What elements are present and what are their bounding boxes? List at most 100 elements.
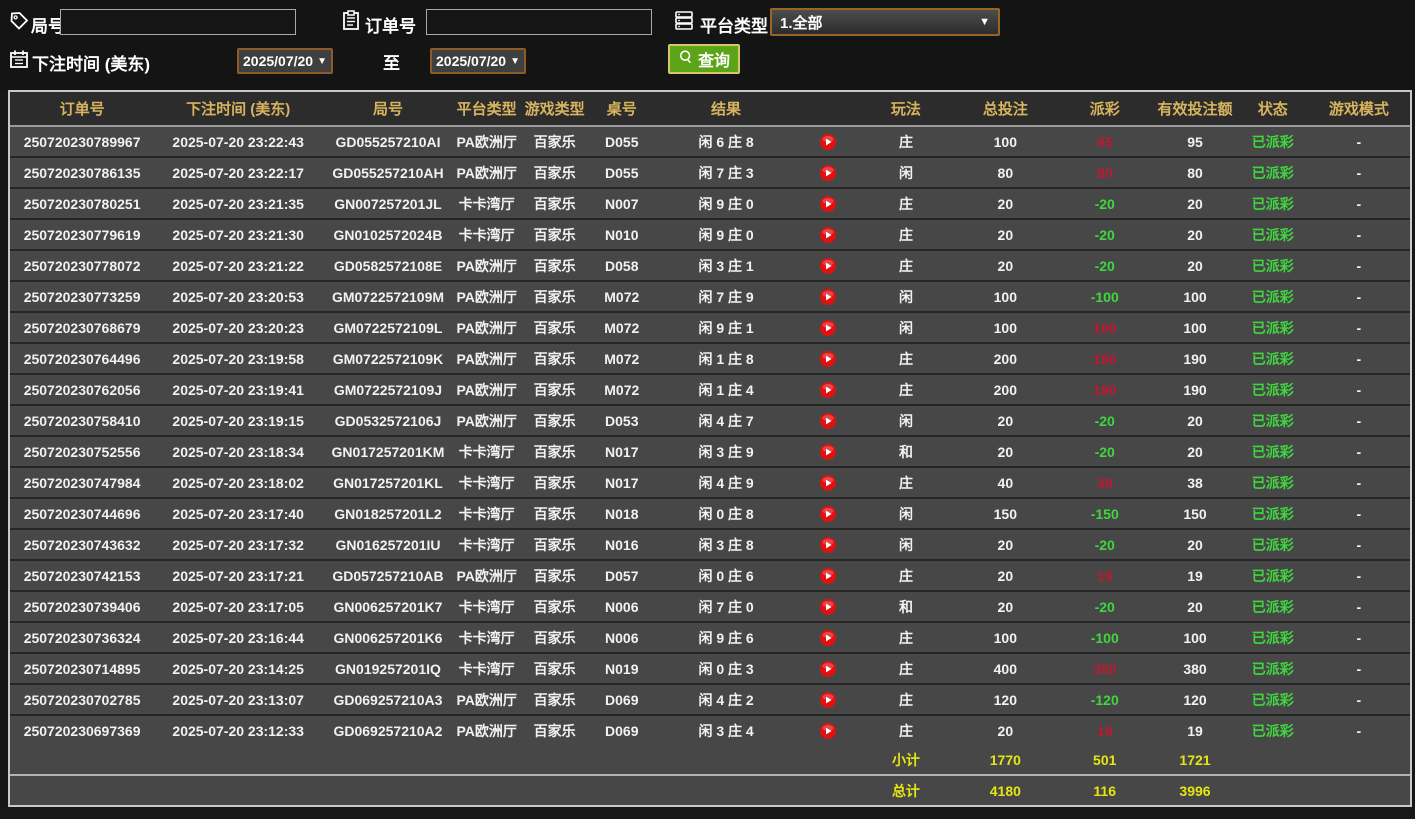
play-icon[interactable] [820, 723, 837, 740]
payout-amount: 38 [1057, 466, 1153, 498]
table-row: 250720230789967 2025-07-20 23:22:43 GD0552… [10, 126, 1410, 157]
round-number-input[interactable] [60, 9, 296, 35]
game-mode: - [1307, 249, 1410, 281]
game-type: 百家乐 [519, 652, 590, 684]
result-score: 闲 3 庄 1 [653, 249, 799, 281]
result-score: 闲 1 庄 4 [653, 373, 799, 405]
order-number: 250720230789967 [10, 126, 155, 157]
play-icon[interactable] [820, 537, 837, 554]
play-icon[interactable] [820, 196, 837, 213]
valid-bet: 380 [1152, 652, 1238, 684]
play-icon[interactable] [820, 475, 837, 492]
result-score: 闲 9 庄 6 [653, 621, 799, 653]
platform-type: PA欧洲厅 [453, 373, 520, 405]
bet-time: 2025-07-20 23:21:35 [154, 187, 323, 219]
play-icon[interactable] [820, 134, 837, 151]
play-icon[interactable] [820, 351, 837, 368]
order-number: 250720230739406 [10, 590, 155, 622]
platform-list-icon [673, 9, 695, 31]
search-button[interactable]: 查询 [668, 44, 741, 74]
table-number: D069 [589, 714, 654, 745]
bet-time: 2025-07-20 23:12:33 [154, 714, 323, 745]
play-icon[interactable] [820, 630, 837, 647]
play-type: 庄 [858, 126, 954, 157]
payout-amount: -20 [1057, 435, 1153, 467]
play-icon[interactable] [820, 165, 837, 182]
bet-time: 2025-07-20 23:17:05 [154, 590, 323, 622]
bet-time: 2025-07-20 23:20:53 [154, 280, 323, 312]
play-icon[interactable] [820, 413, 837, 430]
bet-time-label: 下注时间 (美东) [32, 55, 151, 74]
game-mode: - [1307, 156, 1410, 188]
order-number: 250720230773259 [10, 280, 155, 312]
search-button-label: 查询 [698, 53, 731, 70]
date-to-picker[interactable]: 2025/07/20 ▼ [430, 48, 526, 74]
platform-type-select[interactable]: 1.全部 ▼ [770, 8, 1000, 36]
play-type: 闲 [858, 497, 954, 529]
play-icon[interactable] [820, 568, 837, 585]
result-score: 闲 3 庄 9 [653, 435, 799, 467]
play-cell [798, 404, 859, 436]
status-text: 已派彩 [1237, 559, 1308, 591]
payout-amount: 100 [1057, 311, 1153, 343]
play-icon[interactable] [820, 320, 837, 337]
platform-type: PA欧洲厅 [453, 311, 520, 343]
date-from-picker[interactable]: 2025/07/20 ▼ [237, 48, 333, 74]
table-row: 250720230747984 2025-07-20 23:18:02 GN0172… [10, 466, 1410, 498]
play-icon[interactable] [820, 661, 837, 678]
play-icon[interactable] [820, 227, 837, 244]
round-number: GN016257201IU [322, 528, 454, 560]
play-icon[interactable] [820, 506, 837, 523]
game-mode: - [1307, 404, 1410, 436]
table-row: 250720230742153 2025-07-20 23:17:21 GD0572… [10, 559, 1410, 591]
search-icon [678, 49, 694, 70]
subtotal-label: 小计 [858, 745, 954, 775]
game-type: 百家乐 [519, 342, 590, 374]
order-number: 250720230714895 [10, 652, 155, 684]
table-number: D053 [589, 404, 654, 436]
play-icon[interactable] [820, 692, 837, 709]
play-cell [798, 373, 859, 405]
play-type: 庄 [858, 373, 954, 405]
order-number-input[interactable] [426, 9, 652, 35]
total-bet: 100 [953, 621, 1058, 653]
order-number: 250720230780251 [10, 187, 155, 219]
subtotal-payout: 501 [1057, 745, 1153, 775]
total-bet: 100 [953, 311, 1058, 343]
play-icon[interactable] [820, 382, 837, 399]
result-score: 闲 7 庄 0 [653, 590, 799, 622]
col-header-round-number: 局号 [322, 92, 454, 127]
col-header-valid-bet: 有效投注额 [1152, 92, 1238, 127]
play-icon[interactable] [820, 444, 837, 461]
table-number: N017 [589, 435, 654, 467]
play-icon[interactable] [820, 599, 837, 616]
table-row: 250720230764496 2025-07-20 23:19:58 GM0722… [10, 342, 1410, 374]
order-number: 250720230747984 [10, 466, 155, 498]
table-number: M072 [589, 342, 654, 374]
status-text: 已派彩 [1237, 683, 1308, 715]
result-score: 闲 4 庄 2 [653, 683, 799, 715]
round-number: GM0722572109L [322, 311, 454, 343]
table-number: N019 [589, 652, 654, 684]
bet-time: 2025-07-20 23:19:41 [154, 373, 323, 405]
play-icon[interactable] [820, 289, 837, 306]
payout-amount: 190 [1057, 373, 1153, 405]
bet-time: 2025-07-20 23:17:32 [154, 528, 323, 560]
date-to-value: 2025/07/20 [436, 53, 507, 69]
bet-time: 2025-07-20 23:22:43 [154, 126, 323, 157]
play-cell [798, 683, 859, 715]
total-bet: 20 [953, 528, 1058, 560]
result-score: 闲 7 庄 3 [653, 156, 799, 188]
play-icon[interactable] [820, 258, 837, 275]
table-row: 250720230786135 2025-07-20 23:22:17 GD0552… [10, 156, 1410, 188]
tag-icon [8, 10, 30, 32]
play-type: 庄 [858, 714, 954, 745]
table-number: N007 [589, 187, 654, 219]
payout-amount: -20 [1057, 590, 1153, 622]
table-number: N006 [589, 590, 654, 622]
order-number: 250720230702785 [10, 683, 155, 715]
table-row: 250720230762056 2025-07-20 23:19:41 GM0722… [10, 373, 1410, 405]
col-header-total-bet: 总投注 [953, 92, 1058, 127]
subtotal-row: 小计 1770 501 1721 [10, 745, 1410, 775]
play-cell [798, 342, 859, 374]
